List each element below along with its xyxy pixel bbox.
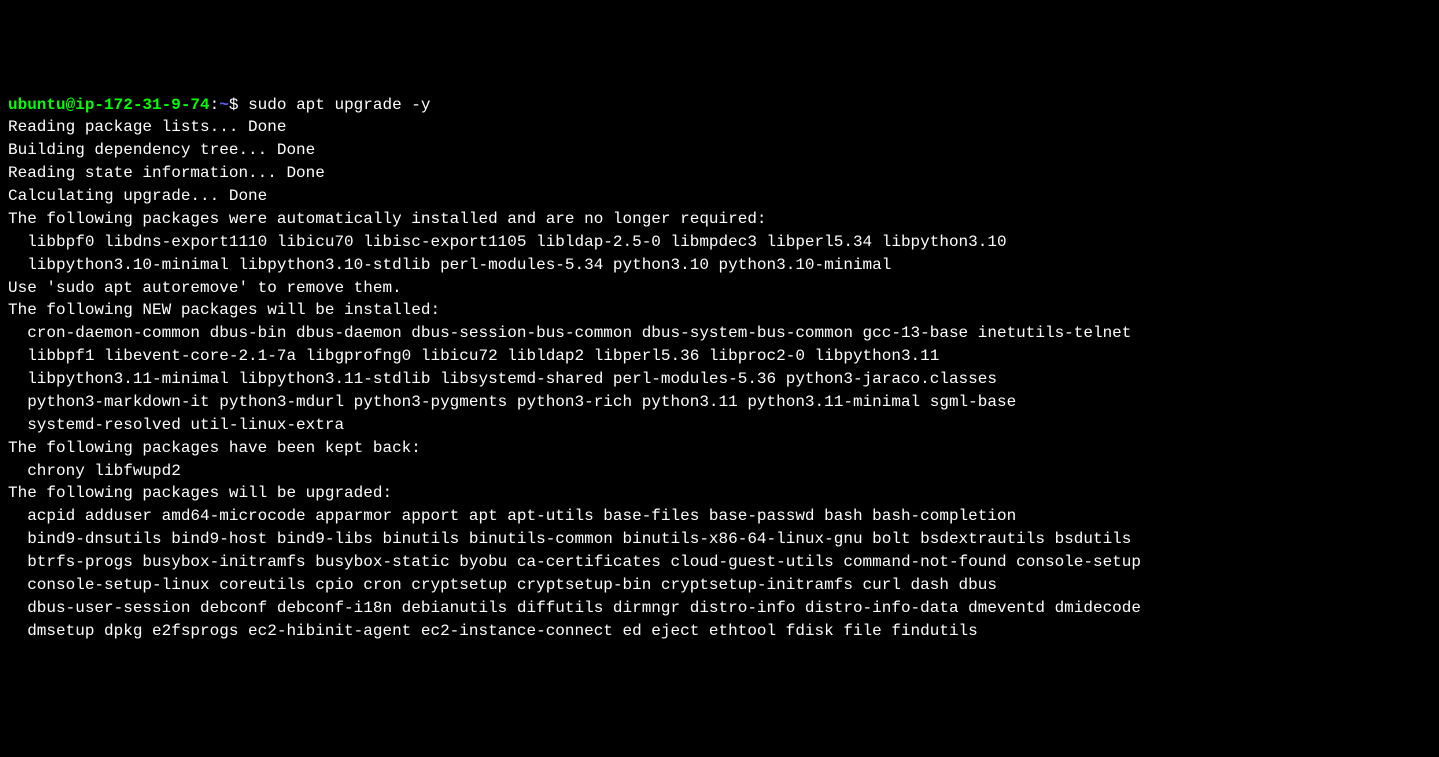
output-line: btrfs-progs busybox-initramfs busybox-st… xyxy=(8,551,1431,574)
output-line: chrony libfwupd2 xyxy=(8,460,1431,483)
prompt-line: ubuntu@ip-172-31-9-74:~$ sudo apt upgrad… xyxy=(8,94,1431,117)
prompt-path: ~ xyxy=(219,96,229,114)
output-line: libpython3.11-minimal libpython3.11-stdl… xyxy=(8,368,1431,391)
output-line: The following packages have been kept ba… xyxy=(8,437,1431,460)
output-line: Use 'sudo apt autoremove' to remove them… xyxy=(8,277,1431,300)
output-line: python3-markdown-it python3-mdurl python… xyxy=(8,391,1431,414)
output-line: Reading state information... Done xyxy=(8,162,1431,185)
output-line: Reading package lists... Done xyxy=(8,116,1431,139)
output-line: The following packages were automaticall… xyxy=(8,208,1431,231)
output-line: The following NEW packages will be insta… xyxy=(8,299,1431,322)
output-line: Building dependency tree... Done xyxy=(8,139,1431,162)
output-line: acpid adduser amd64-microcode apparmor a… xyxy=(8,505,1431,528)
output-line: libpython3.10-minimal libpython3.10-stdl… xyxy=(8,254,1431,277)
command-text[interactable]: sudo apt upgrade -y xyxy=(248,96,430,114)
prompt-user-host: ubuntu@ip-172-31-9-74 xyxy=(8,96,210,114)
output-line: libbpf0 libdns-export1110 libicu70 libis… xyxy=(8,231,1431,254)
output-line: libbpf1 libevent-core-2.1-7a libgprofng0… xyxy=(8,345,1431,368)
prompt-colon: : xyxy=(210,96,220,114)
output-line: bind9-dnsutils bind9-host bind9-libs bin… xyxy=(8,528,1431,551)
output-line: console-setup-linux coreutils cpio cron … xyxy=(8,574,1431,597)
output-line: dmsetup dpkg e2fsprogs ec2-hibinit-agent… xyxy=(8,620,1431,643)
output-line: Calculating upgrade... Done xyxy=(8,185,1431,208)
output-line: systemd-resolved util-linux-extra xyxy=(8,414,1431,437)
terminal-output: ubuntu@ip-172-31-9-74:~$ sudo apt upgrad… xyxy=(8,94,1431,643)
output-line: dbus-user-session debconf debconf-i18n d… xyxy=(8,597,1431,620)
output-line: The following packages will be upgraded: xyxy=(8,482,1431,505)
prompt-dollar: $ xyxy=(229,96,248,114)
output-line: cron-daemon-common dbus-bin dbus-daemon … xyxy=(8,322,1431,345)
